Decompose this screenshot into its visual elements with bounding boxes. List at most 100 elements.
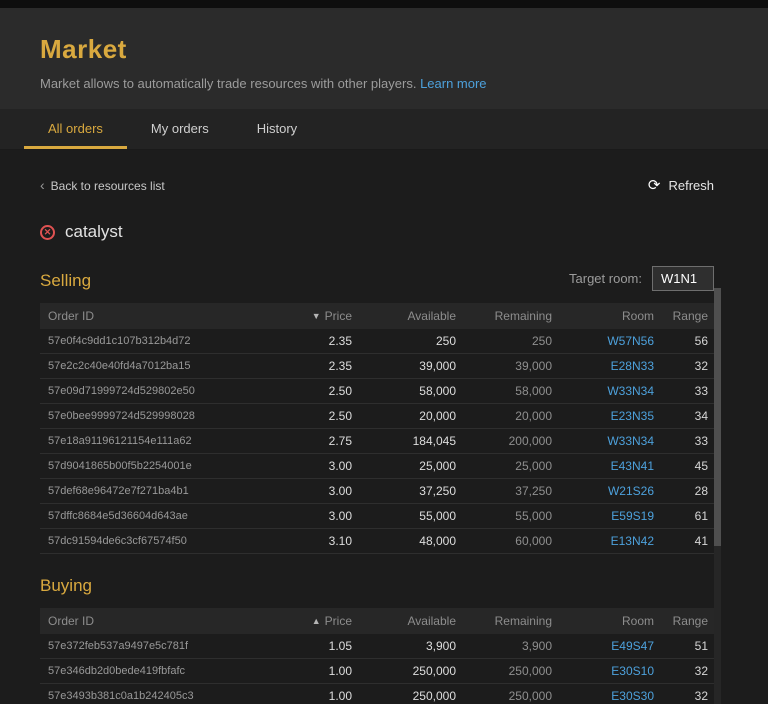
price-header-label: Price: [325, 309, 352, 323]
price-cell: 2.50: [278, 409, 354, 423]
resource-name: catalyst: [65, 222, 123, 242]
room-link[interactable]: E23N35: [611, 409, 654, 423]
room-cell: W33N34: [554, 384, 656, 398]
target-room-group: Target room:: [569, 266, 714, 291]
price-cell: 1.05: [278, 639, 354, 653]
table-row: 57e09d71999724d529802e50 2.50 58,000 58,…: [40, 379, 714, 404]
price-cell: 2.75: [278, 434, 354, 448]
room-cell: E23N35: [554, 409, 656, 423]
page-title: Market: [40, 34, 728, 65]
room-link[interactable]: E49S47: [611, 639, 654, 653]
table-row: 57e0f4c9dd1c107b312b4d72 2.35 250 250 W5…: [40, 329, 714, 354]
resource-row: ✕ catalyst: [40, 222, 714, 242]
column-header-price[interactable]: ▼ Price: [278, 309, 354, 323]
target-room-input[interactable]: [652, 266, 714, 291]
sort-caret-icon: ▼: [312, 311, 321, 321]
table-row: 57e0bee9999724d529998028 2.50 20,000 20,…: [40, 404, 714, 429]
selling-title: Selling: [40, 271, 91, 291]
room-link[interactable]: E30S30: [611, 689, 654, 703]
table-row: 57dc91594de6c3cf67574f50 3.10 48,000 60,…: [40, 529, 714, 554]
order-id-cell: 57e3493b381c0a1b242405c3: [40, 690, 278, 702]
price-cell: 2.35: [278, 359, 354, 373]
order-id-cell: 57e2c2c40e40fd4a7012ba15: [40, 360, 278, 372]
order-id-cell: 57e372feb537a9497e5c781f: [40, 640, 278, 652]
available-cell: 37,250: [354, 484, 458, 498]
tab-all-orders[interactable]: All orders: [24, 109, 127, 149]
available-cell: 20,000: [354, 409, 458, 423]
room-link[interactable]: W33N34: [607, 384, 654, 398]
table-row: 57d9041865b00f5b2254001e 3.00 25,000 25,…: [40, 454, 714, 479]
price-cell: 3.10: [278, 534, 354, 548]
room-link[interactable]: E30S10: [611, 664, 654, 678]
remaining-cell: 37,250: [458, 484, 554, 498]
price-cell: 3.00: [278, 484, 354, 498]
tab-my-orders[interactable]: My orders: [127, 109, 233, 149]
price-header-label: Price: [325, 614, 352, 628]
remaining-cell: 3,900: [458, 639, 554, 653]
column-header-available: Available: [354, 614, 458, 628]
column-header-room: Room: [554, 614, 656, 628]
available-cell: 55,000: [354, 509, 458, 523]
available-cell: 250,000: [354, 664, 458, 678]
selling-table: Order ID ▼Price Available Remaining Room…: [40, 303, 714, 554]
remaining-cell: 200,000: [458, 434, 554, 448]
table-row: 57dffc8684e5d36604d643ae 3.00 55,000 55,…: [40, 504, 714, 529]
remaining-cell: 250,000: [458, 689, 554, 703]
range-cell: 28: [656, 484, 714, 498]
selling-table-header: Order ID ▼Price Available Remaining Room…: [40, 303, 714, 329]
range-cell: 45: [656, 459, 714, 473]
remaining-cell: 60,000: [458, 534, 554, 548]
room-link[interactable]: W33N34: [607, 434, 654, 448]
available-cell: 48,000: [354, 534, 458, 548]
column-header-range: Range: [656, 309, 714, 323]
room-link[interactable]: W57N56: [607, 334, 654, 348]
chevron-left-icon: ‹: [40, 177, 45, 193]
table-row: 57e372feb537a9497e5c781f 1.05 3,900 3,90…: [40, 634, 714, 659]
tab-history[interactable]: History: [233, 109, 321, 149]
column-header-price[interactable]: ▲Price: [278, 614, 354, 628]
back-to-resources-link[interactable]: ‹Back to resources list: [40, 177, 165, 193]
column-header-available: Available: [354, 309, 458, 323]
column-header-remaining: Remaining: [458, 614, 554, 628]
order-id-cell: 57e346db2d0bede419fbfafc: [40, 665, 278, 677]
available-cell: 39,000: [354, 359, 458, 373]
column-header-order-id: Order ID: [40, 309, 278, 323]
price-cell: 2.50: [278, 384, 354, 398]
room-link[interactable]: E13N42: [611, 534, 654, 548]
room-cell: E49S47: [554, 639, 656, 653]
room-cell: E43N41: [554, 459, 656, 473]
scrollbar-thumb[interactable]: [714, 288, 721, 546]
remaining-cell: 250: [458, 334, 554, 348]
tab-bar: All orders My orders History: [0, 109, 768, 150]
toolbar-row: ‹Back to resources list ⟳ Refresh: [40, 176, 714, 194]
range-cell: 51: [656, 639, 714, 653]
range-cell: 33: [656, 434, 714, 448]
available-cell: 3,900: [354, 639, 458, 653]
refresh-button[interactable]: ⟳ Refresh: [648, 176, 714, 194]
room-link[interactable]: E59S19: [611, 509, 654, 523]
order-id-cell: 57e0f4c9dd1c107b312b4d72: [40, 335, 278, 347]
room-link[interactable]: W21S26: [608, 484, 654, 498]
target-room-label: Target room:: [569, 271, 642, 286]
available-cell: 250,000: [354, 689, 458, 703]
learn-more-link[interactable]: Learn more: [420, 76, 486, 91]
order-id-cell: 57e0bee9999724d529998028: [40, 410, 278, 422]
content-area: ‹Back to resources list ⟳ Refresh ✕ cata…: [0, 176, 768, 704]
table-row: 57e18a91196121154e111a62 2.75 184,045 20…: [40, 429, 714, 454]
table-row: 57def68e96472e7f271ba4b1 3.00 37,250 37,…: [40, 479, 714, 504]
remaining-cell: 250,000: [458, 664, 554, 678]
table-row: 57e3493b381c0a1b242405c3 1.00 250,000 25…: [40, 684, 714, 704]
room-link[interactable]: E43N41: [611, 459, 654, 473]
price-cell: 3.00: [278, 459, 354, 473]
remaining-cell: 25,000: [458, 459, 554, 473]
available-cell: 184,045: [354, 434, 458, 448]
vertical-scrollbar[interactable]: [714, 288, 721, 704]
market-header: Market Market allows to automatically tr…: [0, 8, 768, 109]
room-cell: W33N34: [554, 434, 656, 448]
range-cell: 32: [656, 359, 714, 373]
refresh-label: Refresh: [668, 178, 714, 193]
available-cell: 250: [354, 334, 458, 348]
refresh-icon: ⟳: [648, 176, 661, 194]
order-id-cell: 57dc91594de6c3cf67574f50: [40, 535, 278, 547]
room-link[interactable]: E28N33: [611, 359, 654, 373]
